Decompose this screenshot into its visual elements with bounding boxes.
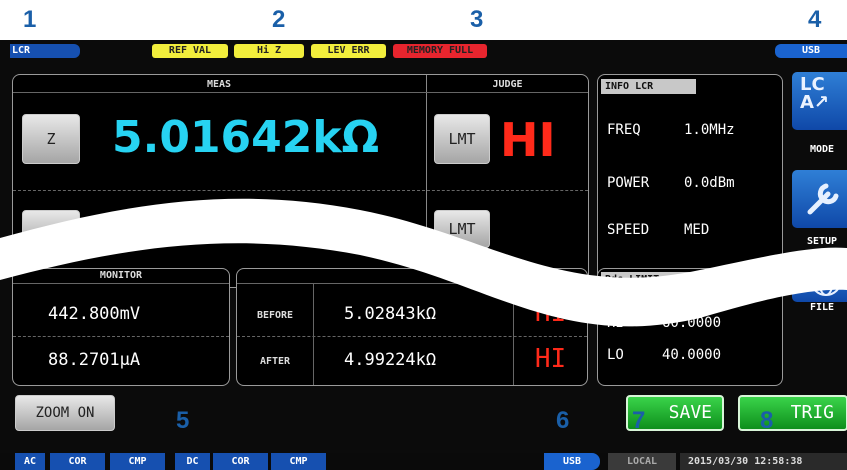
callout-6: 6	[556, 407, 570, 434]
status-usb: USB	[544, 453, 600, 470]
callout-5: 5	[176, 407, 190, 434]
callout-8: 8	[760, 407, 774, 434]
status-dc: DC	[175, 453, 210, 470]
status-cor-ac: COR	[50, 453, 105, 470]
callout-7: 7	[632, 407, 646, 434]
status-cor-dc: COR	[213, 453, 268, 470]
status-cmp-dc: CMP	[271, 453, 326, 470]
cutaway-wave	[0, 198, 847, 327]
status-ac: AC	[15, 453, 45, 470]
status-datetime: 2015/03/30 12:58:38	[680, 453, 847, 470]
status-cmp-ac: CMP	[110, 453, 165, 470]
status-local[interactable]: LOCAL	[608, 453, 676, 470]
